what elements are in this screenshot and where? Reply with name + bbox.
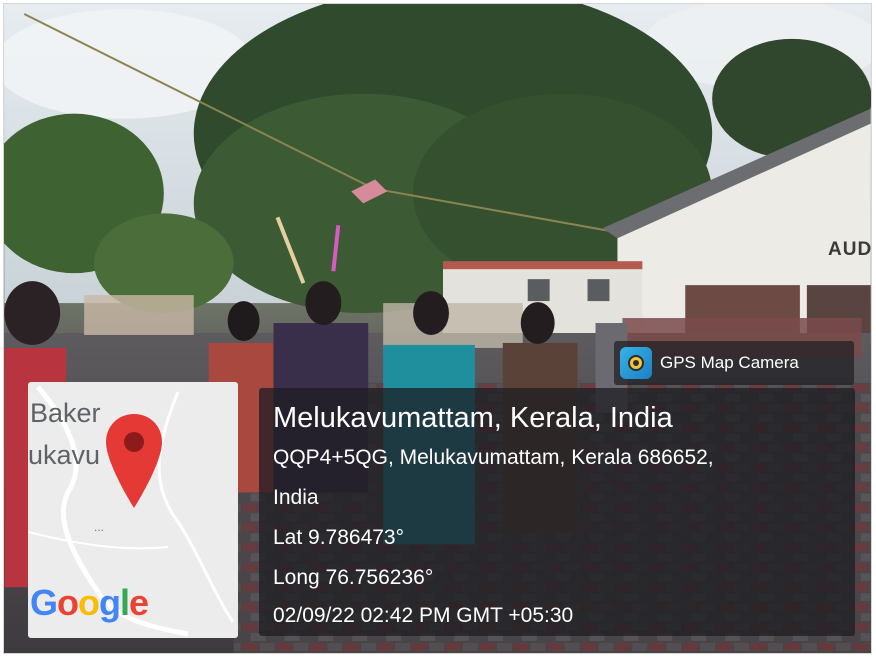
- map-label-ukavu: ukavu: [28, 440, 101, 470]
- timestamp: 02/09/22 02:42 PM GMT +05:30: [273, 604, 574, 627]
- location-stamp: Melukavumattam, Kerala, India QQP4+5QG, …: [259, 388, 855, 636]
- place-name: Melukavumattam, Kerala, India: [273, 402, 673, 434]
- photo-frame: AUD Baker ukavu ... Google GPS Map Camer…: [3, 3, 872, 654]
- longitude: Long 76.756236°: [273, 566, 434, 589]
- map-dots: ...: [94, 520, 105, 534]
- address-line-1: QQP4+5QG, Melukavumattam, Kerala 686652,: [273, 446, 714, 469]
- address-line-2: India: [273, 486, 319, 509]
- gps-map-camera-badge: GPS Map Camera: [614, 341, 854, 385]
- gps-camera-icon: [620, 347, 652, 379]
- location-pin-icon: [106, 414, 162, 508]
- map-label-baker: Baker: [30, 398, 101, 428]
- latitude: Lat 9.786473°: [273, 526, 405, 549]
- building-sign: AUD: [828, 239, 872, 260]
- app-name: GPS Map Camera: [660, 353, 799, 372]
- map-thumbnail: Baker ukavu ... Google: [28, 382, 238, 638]
- google-logo: Google: [30, 582, 149, 623]
